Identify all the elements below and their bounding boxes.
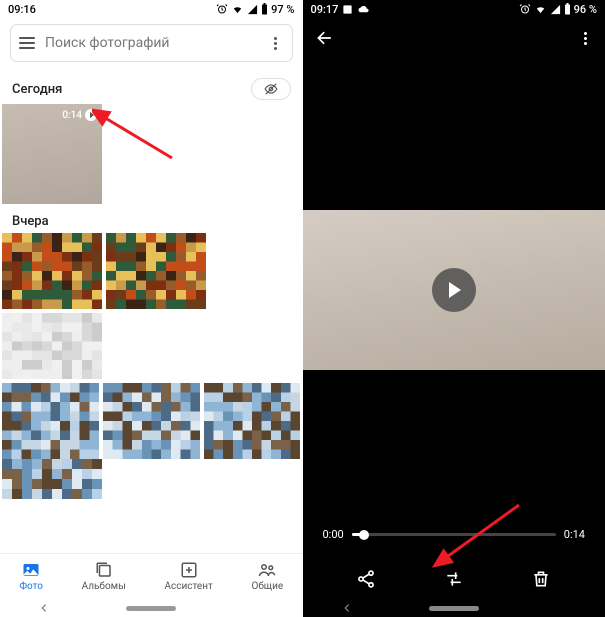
photo-grid-today: 0:14: [0, 104, 303, 204]
edit-button[interactable]: [444, 569, 464, 589]
section-title: Вчера: [12, 214, 49, 229]
clock: 09:17: [311, 3, 339, 16]
video-viewport[interactable]: [303, 210, 605, 370]
photo-thumbnail[interactable]: [204, 383, 301, 459]
section-title: Сегодня: [12, 82, 62, 97]
photo-thumbnail[interactable]: [2, 383, 99, 459]
wifi-icon: [231, 4, 244, 15]
wifi-icon: [534, 4, 547, 15]
battery-pct: 96 %: [574, 3, 597, 16]
top-bar: [303, 18, 605, 58]
battery-icon: [564, 3, 571, 15]
clock: 09:16: [8, 3, 36, 16]
google-photos-screen: 09:16 97 % Поиск фотографий Сегодня 0:14…: [0, 0, 303, 617]
photo-thumbnail[interactable]: [106, 233, 206, 309]
nav-sharing[interactable]: Общие: [251, 561, 283, 592]
photo-thumbnail[interactable]: [2, 313, 102, 379]
nav-label: Фото: [19, 581, 43, 592]
system-navigation: [0, 599, 303, 617]
overflow-icon[interactable]: [577, 32, 593, 45]
search-bar[interactable]: Поиск фотографий: [10, 24, 293, 62]
back-icon[interactable]: [340, 601, 354, 615]
photo-thumbnail[interactable]: [2, 459, 102, 499]
play-button[interactable]: [432, 268, 476, 312]
sharing-icon: [257, 561, 277, 579]
time-current: 0:00: [323, 528, 344, 541]
photo-row: [0, 383, 303, 459]
image-icon: [342, 4, 353, 15]
photo-row: [0, 233, 303, 309]
archive-toggle-button[interactable]: [251, 78, 291, 100]
nav-label: Общие: [251, 581, 283, 592]
nav-assistant[interactable]: Ассистент: [165, 561, 213, 592]
scrubber-track[interactable]: [352, 533, 556, 536]
video-player-screen: 09:17 96 % 0:00 0:14: [303, 0, 605, 617]
nav-label: Ассистент: [165, 581, 213, 592]
albums-icon: [94, 561, 114, 579]
back-icon[interactable]: [37, 601, 51, 615]
battery-pct: 97 %: [271, 3, 294, 16]
nav-albums[interactable]: Альбомы: [82, 561, 126, 592]
home-pill[interactable]: [126, 606, 176, 611]
nav-label: Альбомы: [82, 581, 126, 592]
duration-text: 0:14: [62, 110, 82, 121]
alarm-icon: [519, 3, 531, 15]
scrubber-knob[interactable]: [359, 530, 369, 540]
delete-button[interactable]: [531, 569, 551, 589]
photo-thumbnail[interactable]: [103, 383, 200, 459]
photo-row: [0, 309, 303, 383]
home-pill[interactable]: [429, 606, 479, 611]
alarm-icon: [216, 3, 228, 15]
section-header-today: Сегодня: [0, 68, 303, 104]
share-button[interactable]: [356, 569, 376, 589]
signal-icon: [550, 4, 561, 15]
action-bar: [303, 569, 605, 589]
assistant-icon: [179, 561, 199, 579]
status-bar: 09:17 96 %: [303, 0, 605, 18]
nav-photos[interactable]: Фото: [19, 561, 43, 592]
back-button[interactable]: [315, 28, 335, 48]
time-total: 0:14: [564, 528, 585, 541]
search-placeholder: Поиск фотографий: [45, 35, 258, 51]
bottom-navigation: Фото Альбомы Ассистент Общие: [0, 553, 303, 599]
video-duration-badge: 0:14: [62, 109, 97, 121]
scrubber[interactable]: 0:00 0:14: [323, 528, 586, 541]
section-header-yesterday: Вчера: [0, 204, 303, 233]
system-navigation: [303, 599, 605, 617]
status-bar: 09:16 97 %: [0, 0, 303, 18]
photos-icon: [21, 561, 41, 579]
video-thumbnail[interactable]: 0:14: [2, 104, 102, 204]
play-icon: [85, 109, 97, 121]
battery-icon: [261, 3, 268, 15]
cloud-icon: [357, 4, 370, 15]
overflow-icon[interactable]: [268, 37, 284, 50]
photo-thumbnail[interactable]: [2, 233, 102, 309]
menu-icon[interactable]: [19, 37, 35, 49]
signal-icon: [247, 4, 258, 15]
photo-row: [0, 459, 303, 499]
